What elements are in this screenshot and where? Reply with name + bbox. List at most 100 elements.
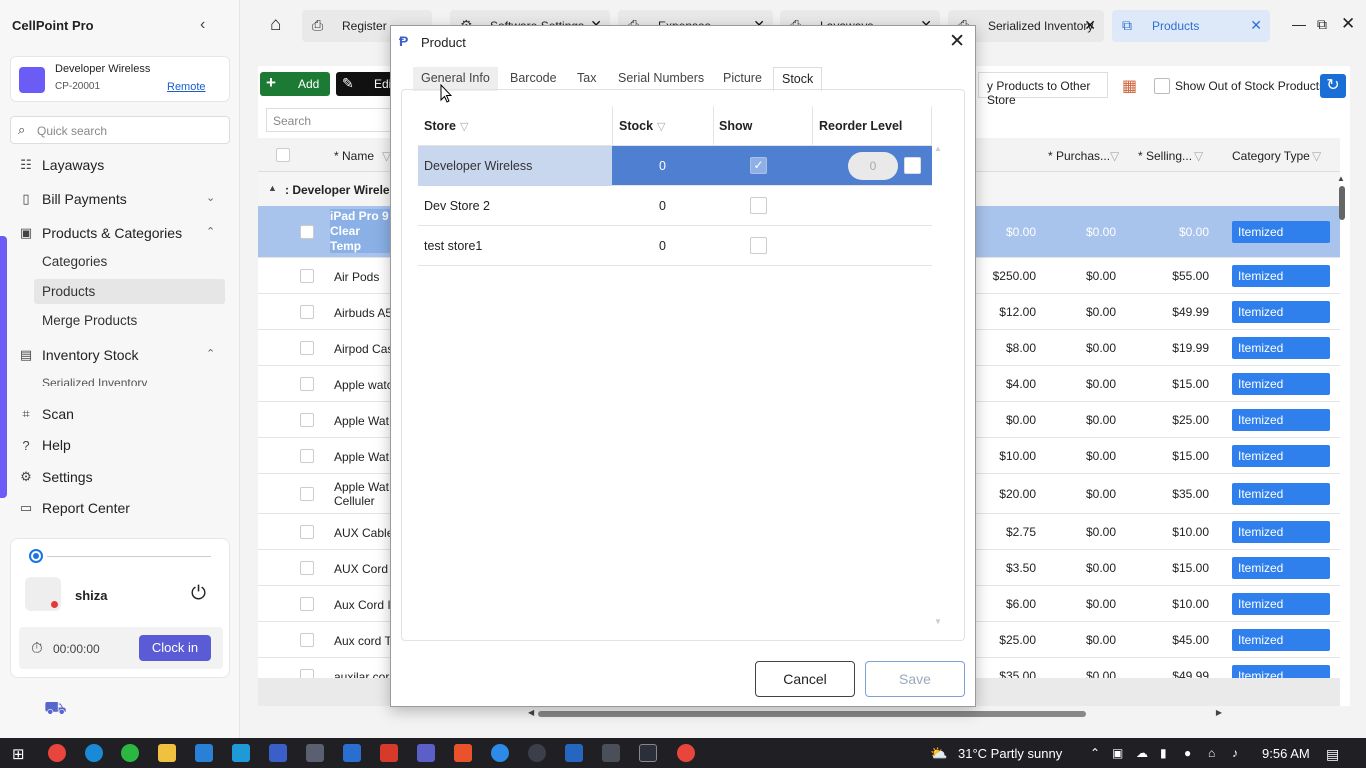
- row-checkbox[interactable]: [300, 225, 314, 239]
- windows-start-icon[interactable]: ⊞: [12, 745, 25, 763]
- row-checkbox[interactable]: [300, 449, 314, 463]
- row-checkbox[interactable]: [300, 487, 314, 501]
- sidebar-item-settings[interactable]: ⚙ Settings: [18, 469, 92, 485]
- row-checkbox[interactable]: [300, 269, 314, 283]
- select-all-checkbox[interactable]: [276, 148, 290, 162]
- chrome-icon[interactable]: [48, 744, 66, 762]
- scroll-up-icon[interactable]: ▲: [934, 144, 942, 153]
- reorder-checkbox[interactable]: [904, 157, 921, 174]
- sidebar-item-products[interactable]: Products: [42, 284, 95, 299]
- row-checkbox[interactable]: [300, 561, 314, 575]
- tray-icon[interactable]: ▣: [1112, 746, 1123, 760]
- tab-general-info[interactable]: General Info: [413, 67, 498, 91]
- file-explorer-icon[interactable]: [158, 744, 176, 762]
- row-checkbox[interactable]: [300, 525, 314, 539]
- brave-icon[interactable]: [454, 744, 472, 762]
- stock-row[interactable]: Developer Wireless 0 ✓ 0: [418, 146, 932, 186]
- home-icon[interactable]: ⌂: [270, 14, 281, 36]
- weather-text[interactable]: 31°C Partly sunny: [958, 746, 1062, 761]
- remote-link[interactable]: Remote: [167, 81, 206, 93]
- cancel-button[interactable]: Cancel: [755, 661, 855, 697]
- app-icon[interactable]: [528, 744, 546, 762]
- tab-stock[interactable]: Stock: [773, 67, 823, 91]
- edge-icon[interactable]: [85, 744, 103, 762]
- clock-time[interactable]: 9:56 AM: [1262, 746, 1310, 761]
- show-checkbox[interactable]: [750, 197, 767, 214]
- sidebar-item-merge-products[interactable]: Merge Products: [42, 313, 137, 328]
- show-checkbox[interactable]: ✓: [750, 157, 767, 174]
- scroll-right-icon[interactable]: ▶: [1216, 708, 1222, 717]
- store-icon[interactable]: ▦: [1122, 76, 1137, 96]
- scroll-left-icon[interactable]: ◀: [528, 708, 534, 717]
- power-icon[interactable]: ⏻: [191, 583, 206, 605]
- app-icon[interactable]: [380, 744, 398, 762]
- row-checkbox[interactable]: [300, 413, 314, 427]
- save-button[interactable]: Save: [865, 661, 965, 697]
- add-button[interactable]: + Add: [260, 72, 330, 96]
- column-header-reorder-level[interactable]: Reorder Level: [819, 119, 902, 133]
- filter-icon[interactable]: ▽: [1194, 149, 1203, 163]
- collapse-arrow-icon[interactable]: ▲: [268, 183, 277, 193]
- clock-in-button[interactable]: Clock in: [139, 635, 211, 661]
- status-slider-track[interactable]: [47, 556, 211, 557]
- app-icon[interactable]: [306, 744, 324, 762]
- row-checkbox[interactable]: [300, 633, 314, 647]
- app-icon[interactable]: [491, 744, 509, 762]
- store-app-icon[interactable]: [195, 744, 213, 762]
- app-icon[interactable]: [232, 744, 250, 762]
- stock-row[interactable]: test store1 0: [418, 226, 932, 266]
- weather-icon[interactable]: ⛅: [930, 745, 947, 762]
- column-header-selling[interactable]: * Selling...: [1138, 149, 1192, 163]
- stock-row[interactable]: Dev Store 2 0: [418, 186, 932, 226]
- row-checkbox[interactable]: [300, 305, 314, 319]
- close-icon[interactable]: ✕: [1250, 17, 1262, 34]
- stock-grid-scrollbar[interactable]: ▲ ▼: [932, 106, 944, 626]
- refresh-icon[interactable]: ↻: [1320, 74, 1346, 98]
- column-header-purchase[interactable]: * Purchas...: [1048, 149, 1110, 163]
- sidebar-item-categories[interactable]: Categories: [42, 254, 107, 269]
- column-header-show[interactable]: Show: [719, 119, 752, 133]
- grid-horizontal-scrollbar[interactable]: ◀ ▶: [528, 708, 1222, 720]
- whatsapp-icon[interactable]: [121, 744, 139, 762]
- reorder-level-input[interactable]: 0: [848, 152, 898, 180]
- sidebar-item-layaways[interactable]: ☷ Layaways: [18, 157, 104, 173]
- filter-icon[interactable]: ▽: [657, 121, 665, 133]
- sidebar-item-help[interactable]: ? Help: [18, 437, 70, 453]
- scroll-thumb[interactable]: [1339, 186, 1345, 220]
- quick-search-input[interactable]: ⌕ Quick search: [10, 116, 230, 144]
- filter-icon[interactable]: ▽: [1312, 149, 1321, 163]
- delivery-truck-icon[interactable]: ⛟: [44, 698, 67, 722]
- restore-icon[interactable]: ⧉: [1317, 16, 1327, 33]
- row-checkbox[interactable]: [300, 597, 314, 611]
- sidebar-item-inventory-stock[interactable]: ▤ Inventory Stock ⌃: [18, 347, 215, 363]
- chevron-up-icon[interactable]: ⌃: [1090, 746, 1100, 760]
- row-checkbox[interactable]: [300, 377, 314, 391]
- calculator-icon[interactable]: [602, 744, 620, 762]
- close-icon[interactable]: ✕: [1084, 17, 1096, 34]
- column-header-category-type[interactable]: Category Type: [1232, 149, 1310, 163]
- grid-vertical-scrollbar[interactable]: ▲: [1337, 174, 1347, 682]
- mic-icon[interactable]: ●: [1184, 746, 1191, 760]
- copy-products-button[interactable]: y Products to Other Store: [978, 72, 1108, 107]
- sidebar-item-products-categories[interactable]: ▣ Products & Categories ⌃: [18, 225, 215, 241]
- product-search-input[interactable]: Search: [266, 108, 396, 132]
- column-header-stock[interactable]: Stock ▽: [619, 119, 666, 133]
- tab-serial-numbers[interactable]: Serial Numbers: [610, 67, 712, 91]
- show-checkbox[interactable]: [750, 237, 767, 254]
- sidebar-item-bill-payments[interactable]: ▯ Bill Payments ⌄: [18, 191, 215, 207]
- close-icon[interactable]: ✕: [949, 30, 965, 53]
- row-checkbox[interactable]: [300, 341, 314, 355]
- minimize-icon[interactable]: —: [1292, 16, 1306, 32]
- chrome-icon[interactable]: [677, 744, 695, 762]
- filter-icon[interactable]: ▽: [460, 121, 468, 133]
- battery-icon[interactable]: ▮: [1160, 746, 1167, 760]
- tab-picture[interactable]: Picture: [715, 67, 770, 91]
- store-card[interactable]: Developer Wireless CP-20001 Remote: [10, 56, 230, 102]
- scroll-up-icon[interactable]: ▲: [1337, 174, 1345, 183]
- show-out-of-stock-checkbox[interactable]: [1154, 78, 1170, 94]
- chevron-left-icon[interactable]: ‹: [200, 16, 205, 34]
- loading-icon[interactable]: [639, 744, 657, 762]
- notification-icon[interactable]: ▤: [1326, 746, 1339, 763]
- scroll-down-icon[interactable]: ▼: [934, 617, 942, 626]
- close-window-icon[interactable]: ✕: [1341, 14, 1355, 34]
